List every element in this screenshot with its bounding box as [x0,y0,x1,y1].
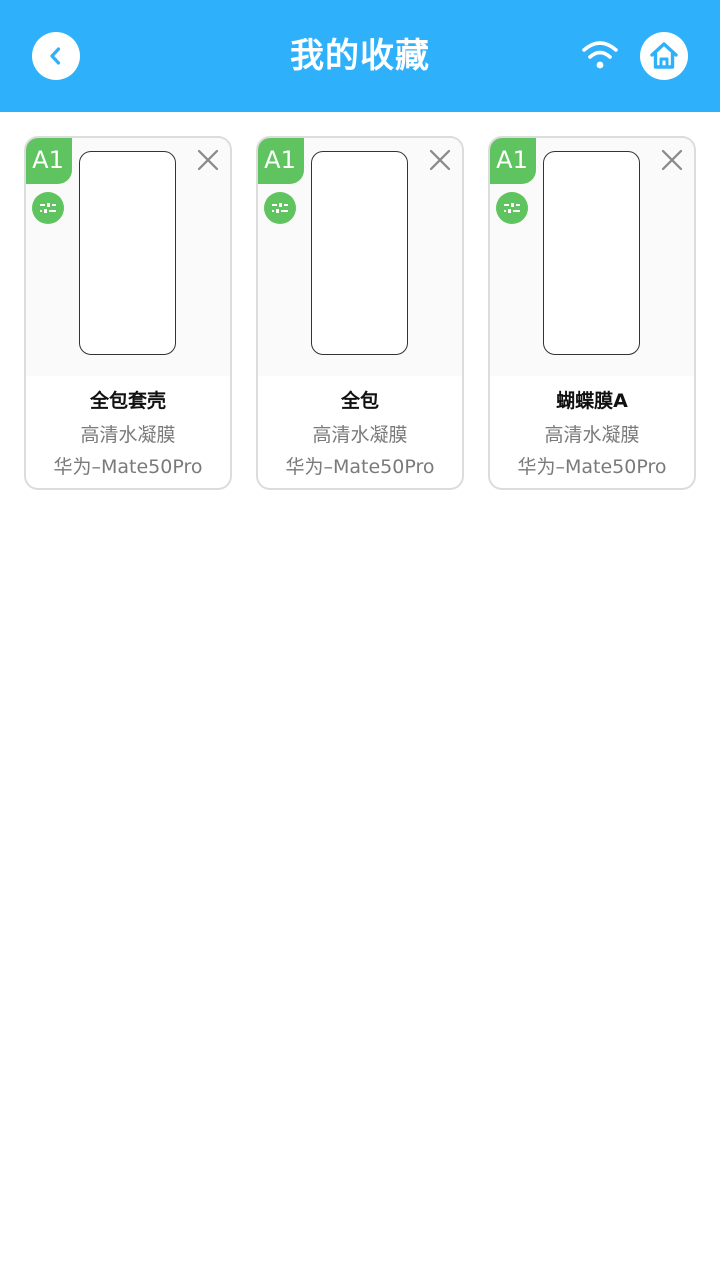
device-model: 华为–Mate50Pro [53,456,203,478]
top-bar: 我的收藏 [0,0,720,112]
close-icon [661,149,683,171]
close-icon [197,149,219,171]
film-name: 全包 [340,390,379,412]
film-material: 高清水凝膜 [544,424,640,446]
home-button[interactable] [640,32,688,80]
remove-favorite-button[interactable] [658,146,686,174]
back-button[interactable] [32,32,80,80]
phone-outline [543,151,640,355]
close-icon [429,149,451,171]
favorite-card[interactable]: A1 全包 高清水凝膜 华为–Mate50Pro [256,136,464,490]
film-material: 高清水凝膜 [80,424,176,446]
device-model: 华为–Mate50Pro [517,456,667,478]
remove-favorite-button[interactable] [426,146,454,174]
film-name: 全包套壳 [89,390,166,412]
film-material: 高清水凝膜 [312,424,408,446]
film-code-badge: A1 [26,138,72,184]
device-model: 华为–Mate50Pro [285,456,435,478]
film-code-badge: A1 [258,138,304,184]
remove-favorite-button[interactable] [194,146,222,174]
film-code-badge: A1 [490,138,536,184]
favorite-card[interactable]: A1 全包套壳 高清水凝膜 华为–Mate50Pro [24,136,232,490]
film-name: 蝴蝶膜A [556,390,628,412]
adjust-icon[interactable] [32,192,64,224]
wifi-icon [578,36,622,76]
adjust-icon[interactable] [264,192,296,224]
adjust-icon[interactable] [496,192,528,224]
phone-outline [79,151,176,355]
favorite-card[interactable]: A1 蝴蝶膜A 高清水凝膜 华为–Mate50Pro [488,136,696,490]
home-icon [650,42,678,69]
chevron-left-icon [50,47,61,65]
phone-outline [311,151,408,355]
